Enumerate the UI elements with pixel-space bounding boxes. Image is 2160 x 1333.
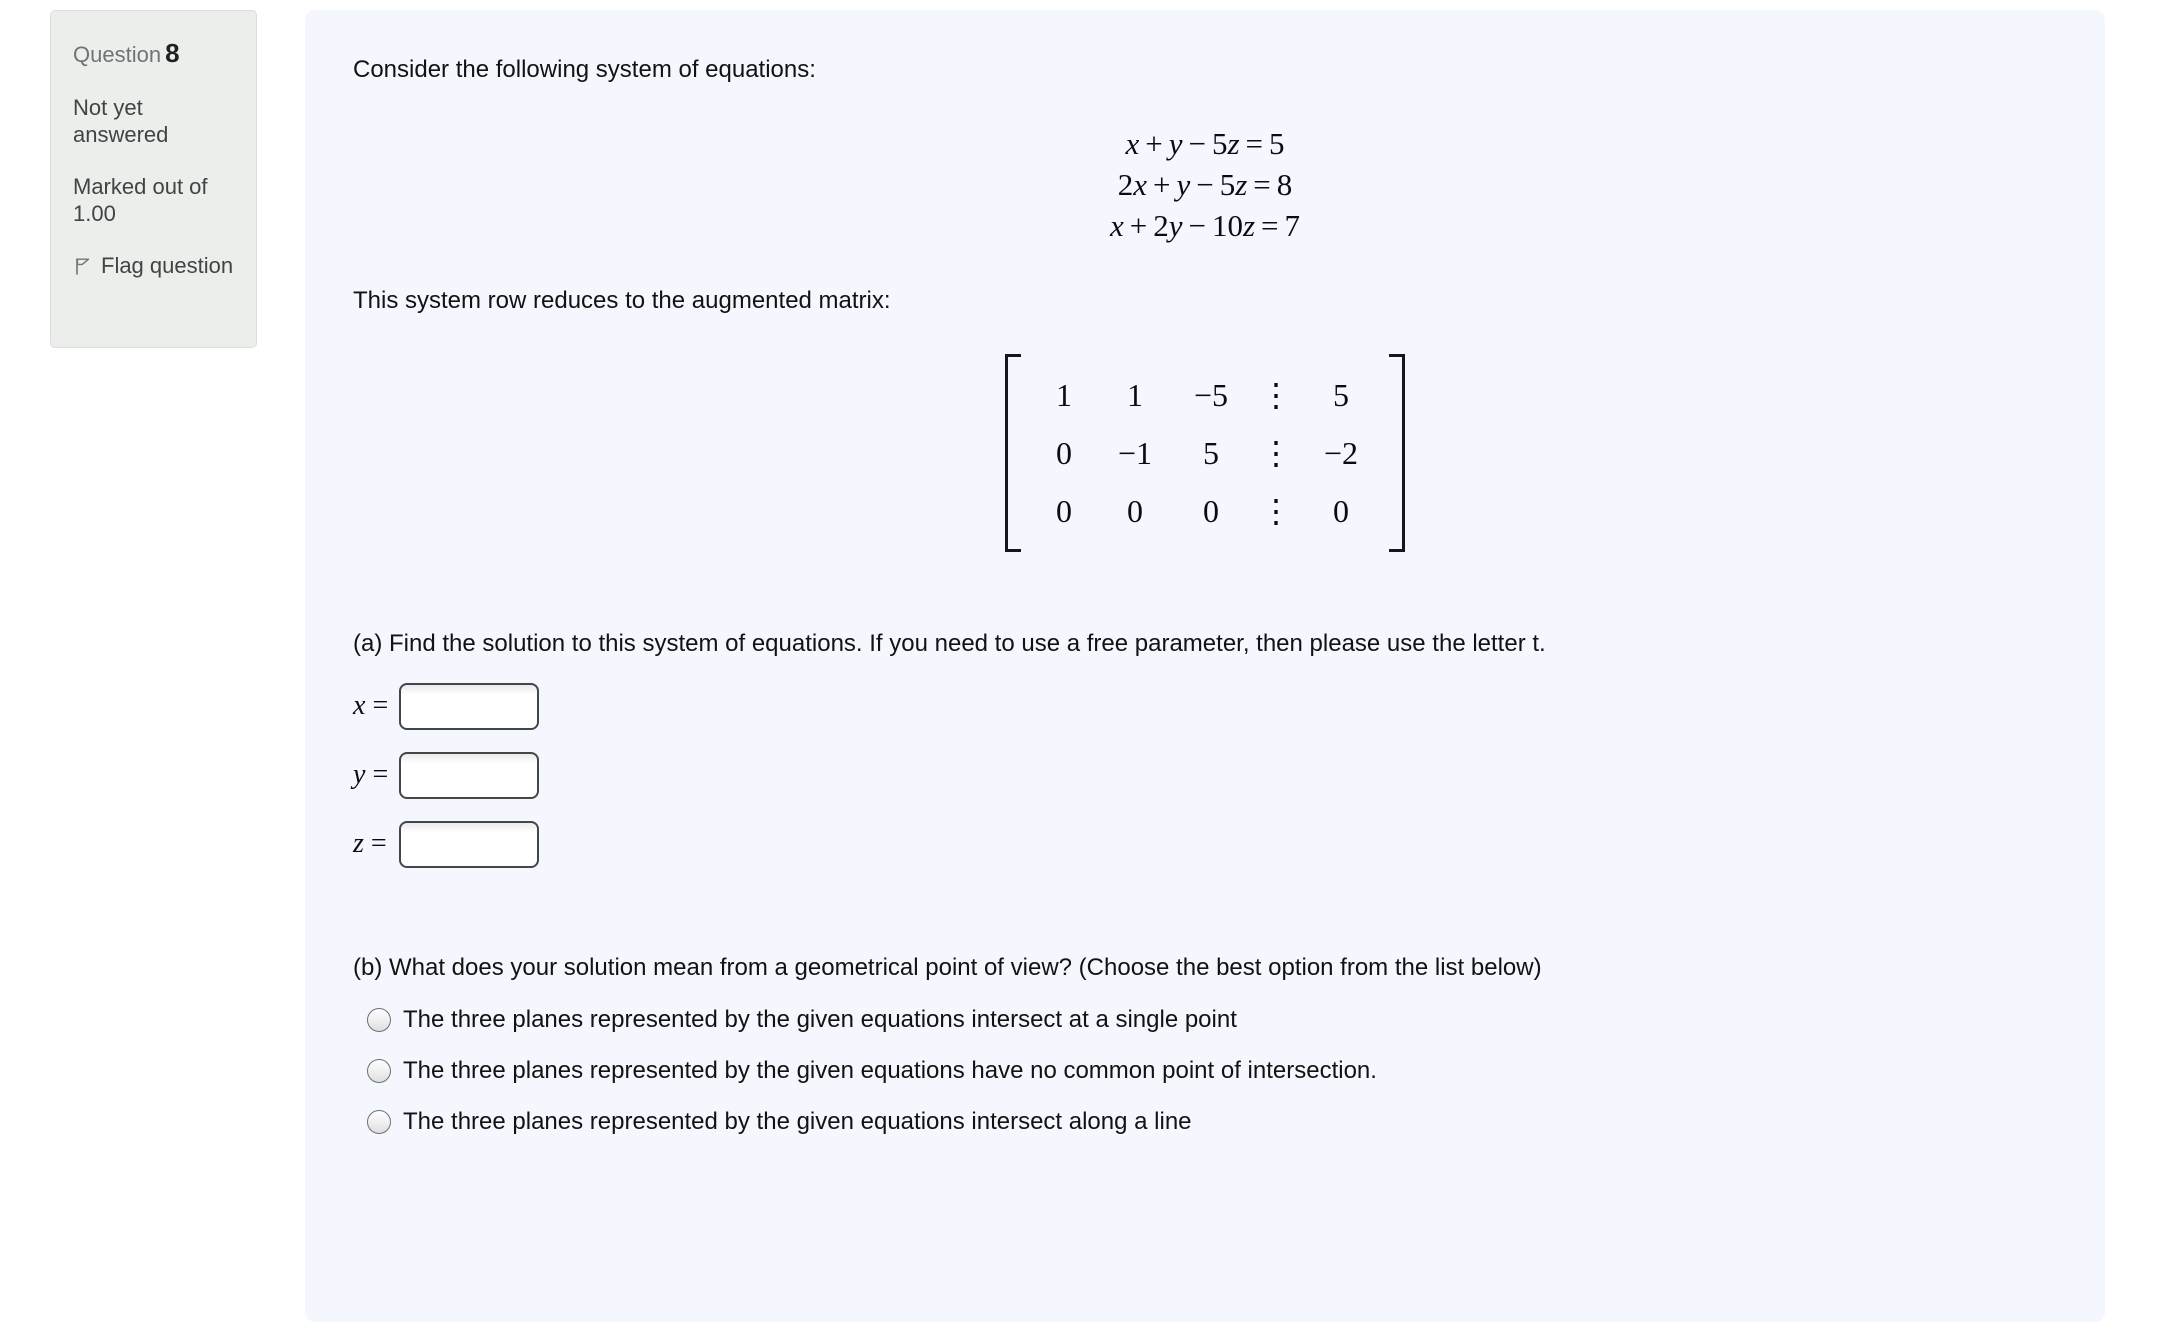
option-row[interactable]: The three planes represented by the give… xyxy=(353,1055,2057,1086)
answer-label-z: z = xyxy=(353,828,387,860)
option-label-3: The three planes represented by the give… xyxy=(403,1108,1192,1136)
matrix-cell: 5 xyxy=(1203,434,1219,471)
reduces-text: This system row reduces to the augmented… xyxy=(353,287,891,315)
answer-input-y[interactable] xyxy=(399,751,539,799)
equation-term: 5 xyxy=(1211,126,1228,162)
answer-fields: x = y = z = xyxy=(353,682,2057,868)
option-radio-3[interactable] xyxy=(367,1109,391,1134)
option-row[interactable]: The three planes represented by the give… xyxy=(353,1106,2057,1137)
question-number-value: 8 xyxy=(165,38,180,68)
matrix-cell: 1 xyxy=(1127,376,1143,413)
equation-term: z xyxy=(1235,167,1248,203)
matrix-separator: ⋮ xyxy=(1260,376,1292,413)
matrix-grid: 1 1 −5 ⋮ 5 0 −1 5 ⋮ −2 0 0 0 ⋮ 0 xyxy=(1021,354,1389,553)
equation-term: y xyxy=(1176,167,1191,203)
augmented-matrix-wrapper: 1 1 −5 ⋮ 5 0 −1 5 ⋮ −2 0 0 0 ⋮ 0 xyxy=(353,353,2057,553)
flag-question-button[interactable]: Flag question xyxy=(73,252,234,283)
equation-line: x + y −5z = 5 xyxy=(353,124,2057,165)
answer-input-x[interactable] xyxy=(399,682,539,730)
equation-term: y xyxy=(1168,126,1183,162)
question-info-box: Question 8 Not yet answered Marked out of… xyxy=(50,10,257,348)
matrix-cell: 1 xyxy=(1056,376,1072,413)
question-content-panel: Consider the following system of equatio… xyxy=(305,10,2105,1322)
matrix-cell: 0 xyxy=(1333,492,1349,529)
intro-text: Consider the following system of equatio… xyxy=(353,56,816,83)
matrix-separator: ⋮ xyxy=(1260,434,1292,471)
equation-system: x + y −5z = 5 2x + y −5z = 8 x +2y −10z = 7 xyxy=(353,124,2057,247)
equation-term: = xyxy=(1245,126,1264,162)
equation-term: − xyxy=(1188,126,1206,162)
question-status: Not yet answered xyxy=(73,94,169,148)
equation-term: x xyxy=(1109,208,1124,244)
equation-term: 8 xyxy=(1276,167,1293,203)
question-number: Question 8 xyxy=(73,37,234,70)
matrix-cell: −5 xyxy=(1193,376,1229,413)
matrix-cell: 0 xyxy=(1127,492,1143,529)
equation-term: − xyxy=(1188,208,1206,244)
matrix-cell: 0 xyxy=(1203,492,1219,529)
equation-term: 7 xyxy=(1284,208,1301,244)
equation-term: x xyxy=(1133,167,1147,203)
matrix-cell: −1 xyxy=(1117,434,1153,471)
equation-term: = xyxy=(1253,167,1271,203)
equation-term: 5 xyxy=(1269,126,1285,162)
flag-question-label: Flag question xyxy=(101,252,234,278)
matrix-cell: −2 xyxy=(1323,434,1359,471)
answer-label-x: x = xyxy=(353,690,389,722)
matrix-cell: 5 xyxy=(1333,376,1349,413)
question-marks: Marked out of 1.00 xyxy=(73,173,208,227)
matrix-left-bracket xyxy=(1005,353,1021,553)
equation-term: 2 xyxy=(1153,208,1169,244)
answer-row: y = xyxy=(353,751,2057,799)
matrix-separator: ⋮ xyxy=(1260,492,1292,529)
equation-term: − xyxy=(1196,167,1214,203)
equation-term: 10 xyxy=(1211,208,1243,244)
augmented-matrix: 1 1 −5 ⋮ 5 0 −1 5 ⋮ −2 0 0 0 ⋮ 0 xyxy=(1005,353,1405,553)
answer-row: z = xyxy=(353,820,2057,868)
answer-label-y: y = xyxy=(353,759,389,791)
equation-term: z xyxy=(1227,126,1240,162)
answer-row: x = xyxy=(353,682,2057,730)
equation-line: 2x + y −5z = 8 xyxy=(353,165,2057,206)
equation-term: = xyxy=(1261,208,1279,244)
option-row[interactable]: The three planes represented by the give… xyxy=(353,1004,2057,1035)
equation-line: x +2y −10z = 7 xyxy=(353,206,2057,247)
equation-term: 2 xyxy=(1117,167,1134,203)
matrix-cell: 0 xyxy=(1056,492,1072,529)
equation-term: + xyxy=(1129,208,1148,244)
option-list: The three planes represented by the give… xyxy=(353,1004,2057,1138)
answer-input-z[interactable] xyxy=(399,820,539,868)
flag-icon xyxy=(73,255,93,283)
option-label-2: The three planes represented by the give… xyxy=(403,1057,1377,1085)
matrix-right-bracket xyxy=(1389,353,1405,553)
part-b-prompt: (b) What does your solution mean from a … xyxy=(353,953,1542,981)
question-number-label: Question xyxy=(73,42,162,67)
option-label-1: The three planes represented by the give… xyxy=(403,1005,1237,1033)
part-a-prompt: (a) Find the solution to this system of … xyxy=(353,630,1546,658)
equation-term: x xyxy=(1125,126,1140,162)
matrix-cell: 0 xyxy=(1056,434,1072,471)
equation-term: z xyxy=(1242,208,1256,244)
option-radio-2[interactable] xyxy=(367,1058,391,1083)
equation-term: 5 xyxy=(1219,167,1236,203)
equation-term: y xyxy=(1168,208,1183,244)
option-radio-1[interactable] xyxy=(367,1007,391,1032)
equation-term: + xyxy=(1152,167,1171,203)
equation-term: + xyxy=(1145,126,1163,162)
